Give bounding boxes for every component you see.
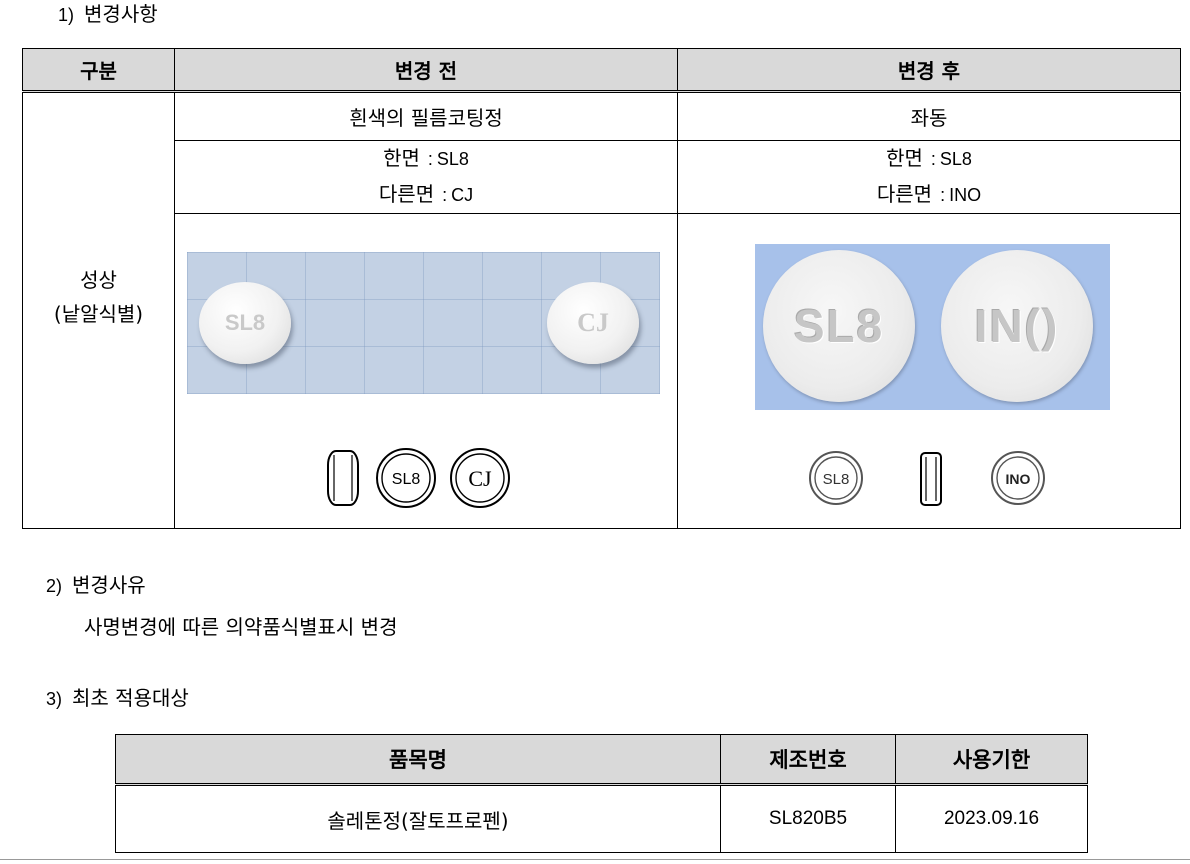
category-cell: 성상 (낱알식별) [22, 91, 175, 529]
cell-expiry-date: 2023.09.16 [895, 784, 1088, 853]
before-markings: 한면: SL8 다른면: CJ [174, 140, 678, 214]
section-2-body: 사명변경에 따른 의약품식별표시 변경 [84, 615, 398, 639]
section-1-number: 1) [58, 5, 75, 25]
after-diagram-front-mark: SL8 [823, 471, 850, 488]
header-expiry-date: 사용기한 [895, 734, 1088, 786]
section-1-title: 변경사항 [84, 2, 158, 26]
after-diagram-side-view [920, 452, 942, 506]
category-line-2: (낱알식별) [53, 301, 144, 326]
before-side1-label: 한면 [383, 146, 420, 170]
before-side1-value: SL8 [436, 149, 469, 169]
before-photo-tablet-back: CJ [547, 282, 639, 364]
before-appearance: 흰색의 필름코팅정 [174, 91, 678, 141]
category-line-1: 성상 [80, 267, 117, 292]
after-tablet-photo: SL8 IN() [755, 244, 1110, 410]
after-photo-tablet-back: IN() [941, 250, 1093, 402]
before-diagram-back: CJ [450, 448, 510, 508]
cell-product-name: 솔레톤정(잘토프로펜) [115, 784, 721, 853]
header-lot-number: 제조번호 [720, 734, 896, 786]
before-photo-tablet-front: SL8 [199, 282, 291, 364]
before-diagram-back-mark: CJ [468, 466, 492, 491]
after-appearance: 좌동 [677, 91, 1181, 141]
section-3-number: 3) [46, 689, 63, 709]
after-side2-label: 다른면 [876, 182, 933, 206]
after-diagram-front: SL8 [809, 451, 863, 505]
after-side1-value: SL8 [939, 149, 972, 169]
before-diagram-front-mark: SL8 [392, 471, 421, 488]
section-2-heading: 2) 변경사유 [46, 571, 146, 600]
before-side2-label: 다른면 [378, 182, 435, 206]
section-3-title: 최초 적용대상 [72, 686, 189, 710]
table-row: 솔레톤정(잘토프로펜) SL820B5 2023.09.16 [115, 784, 1088, 853]
before-diagram-front: SL8 [376, 448, 436, 508]
section-2-number: 2) [46, 576, 63, 596]
after-markings: 한면: SL8 다른면: INO [677, 140, 1181, 214]
before-tablet-photo: SL8 CJ [187, 252, 660, 394]
after-photo-tablet-front: SL8 [763, 250, 915, 402]
before-diagram-side-view [327, 450, 359, 506]
before-side2-value: CJ [451, 185, 474, 205]
cell-lot-number: SL820B5 [720, 784, 896, 853]
after-diagram-back: INO [991, 451, 1045, 505]
header-product-name: 품목명 [115, 734, 721, 786]
target-table: 품목명 제조번호 사용기한 솔레톤정(잘토프로펜) SL820B5 2023.0… [115, 734, 1088, 853]
after-tablet-diagram: SL8 INO [809, 451, 1045, 506]
header-after: 변경 후 [677, 48, 1181, 93]
after-diagram-back-mark: INO [1006, 471, 1031, 487]
section-2-title: 변경사유 [72, 573, 146, 597]
page-bottom-divider [0, 859, 1190, 860]
after-side2-value: INO [949, 185, 982, 205]
before-tablet-diagram: SL8 CJ [327, 448, 510, 508]
header-category: 구분 [22, 48, 175, 93]
section-1-heading: 1) 변경사항 [58, 0, 158, 29]
header-before: 변경 전 [174, 48, 678, 93]
section-3-heading: 3) 최초 적용대상 [46, 684, 189, 713]
after-side1-label: 한면 [886, 146, 923, 170]
